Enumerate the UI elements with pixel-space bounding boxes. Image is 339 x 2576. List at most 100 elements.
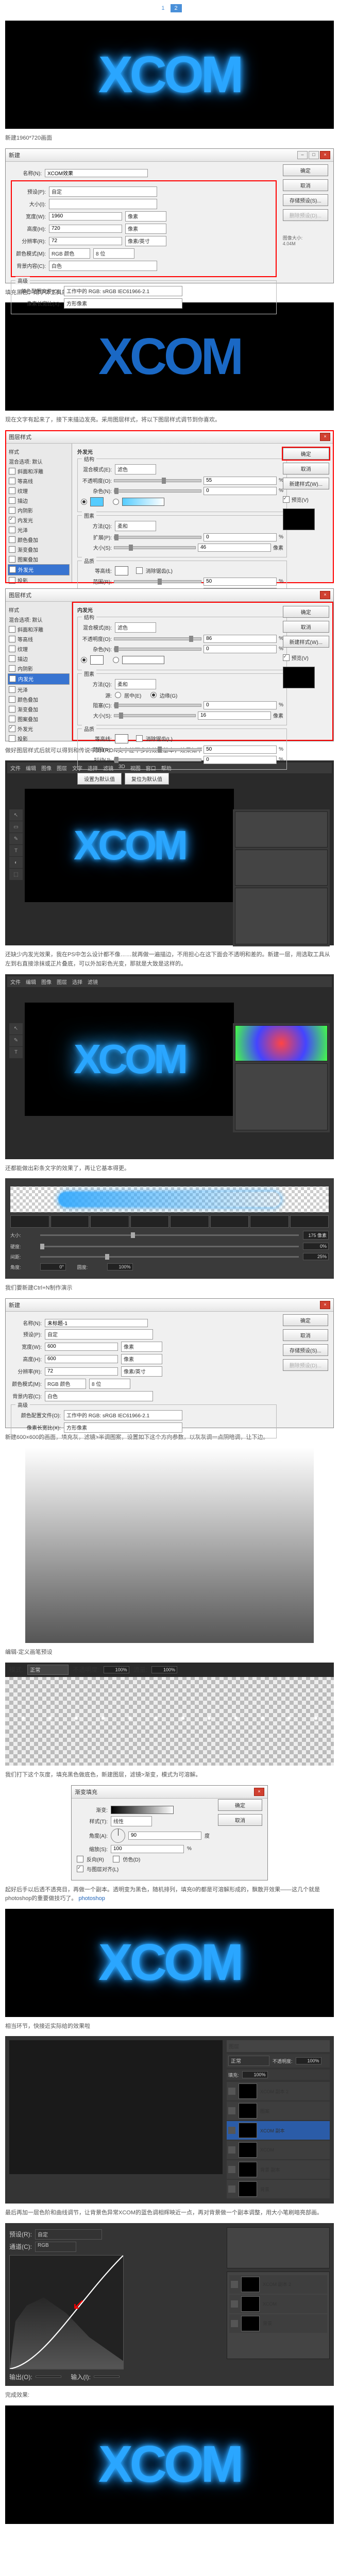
tool-icon[interactable]: ▭ — [9, 821, 23, 833]
layer-row[interactable]: 背景 副本 — [227, 2160, 330, 2179]
gradient-radio[interactable] — [113, 499, 119, 505]
brush-preset[interactable] — [290, 1215, 329, 1228]
choke-input[interactable] — [204, 701, 277, 709]
cancel-button[interactable]: 取消 — [283, 1329, 328, 1341]
layers-panel[interactable] — [235, 1063, 328, 1130]
ls-item[interactable]: 内阴影 — [8, 505, 70, 515]
size-select[interactable] — [49, 199, 157, 209]
size-input[interactable] — [198, 544, 271, 552]
menu-item[interactable]: 选择 — [72, 978, 82, 986]
close-icon[interactable]: × — [254, 1788, 264, 1796]
center-radio[interactable] — [115, 692, 121, 698]
ok-button[interactable]: 确定 — [283, 448, 329, 460]
blend-select[interactable]: 滤色 — [115, 622, 156, 633]
style-select[interactable]: 线性 — [111, 1816, 152, 1826]
res-input[interactable] — [49, 237, 122, 245]
eye-icon[interactable] — [228, 2166, 235, 2173]
tech-select[interactable]: 柔和 — [115, 521, 156, 531]
ls-item[interactable]: 斜面和浮雕 — [8, 624, 70, 634]
brush-size-val[interactable]: 175 像素 — [303, 1231, 329, 1240]
brush-angle-val[interactable]: 0° — [40, 1263, 66, 1270]
brush-preset[interactable] — [130, 1215, 170, 1228]
menu-item[interactable]: 编辑 — [26, 978, 36, 986]
ps-canvas[interactable]: XCOM — [25, 789, 234, 902]
height-unit[interactable]: 像素 — [121, 1354, 162, 1364]
scale-input[interactable] — [111, 1845, 184, 1853]
brush-hard-val[interactable]: 0% — [303, 1243, 329, 1250]
brush-preset[interactable] — [90, 1215, 129, 1228]
layer-row[interactable]: 背景 — [229, 2314, 327, 2333]
opacity-input[interactable] — [204, 477, 277, 485]
input-val[interactable] — [94, 2376, 120, 2378]
color-swatch[interactable] — [90, 497, 104, 506]
ok-button[interactable]: 确定 — [283, 606, 329, 618]
opacity-input[interactable] — [204, 635, 277, 643]
gradient-bar[interactable] — [111, 1806, 174, 1814]
close-icon[interactable]: × — [320, 151, 330, 159]
flow-val[interactable]: 100% — [151, 1666, 177, 1673]
photoshop-link[interactable]: photoshop — [78, 1895, 105, 1902]
cancel-button[interactable]: 取消 — [283, 621, 329, 633]
tool-icon[interactable]: T — [9, 1047, 23, 1059]
ls-item[interactable]: 渐变叠加 — [8, 704, 70, 714]
cancel-button[interactable]: 取消 — [218, 1814, 262, 1826]
fill-val[interactable]: 100% — [242, 2071, 268, 2078]
reset-default-button[interactable]: 复位为默认值 — [125, 773, 169, 785]
height-input[interactable] — [49, 225, 122, 233]
color-wheel-panel[interactable] — [235, 1025, 328, 1061]
anti-checkbox[interactable] — [136, 735, 143, 742]
ok-button[interactable]: 确定 — [218, 1799, 262, 1811]
width-unit[interactable]: 像素 — [121, 1342, 162, 1352]
brush-preset[interactable] — [210, 1215, 249, 1228]
contour-swatch[interactable] — [115, 566, 128, 575]
ls-item[interactable]: 光泽 — [8, 525, 70, 535]
layer-row[interactable]: XCOM — [227, 2141, 330, 2159]
ls-item[interactable]: 图案叠加 — [8, 554, 70, 564]
cancel-button[interactable]: 取消 — [283, 179, 328, 191]
menu-item[interactable]: 图层 — [57, 978, 67, 986]
opacity-val[interactable]: 100% — [296, 2057, 321, 2064]
range-input[interactable] — [204, 578, 277, 586]
ls-item[interactable]: 等高线 — [8, 476, 70, 486]
ls-item[interactable]: 颜色叠加 — [8, 694, 70, 704]
tool-icon[interactable]: ✎ — [9, 1035, 23, 1047]
menu-item[interactable]: 文件 — [10, 764, 21, 772]
ls-item[interactable]: 图案叠加 — [8, 714, 70, 724]
layer-row[interactable]: XCOM 副本 2 — [227, 2082, 330, 2100]
mode-select[interactable]: 正常 — [27, 1665, 69, 1675]
layers-panel[interactable] — [235, 888, 328, 944]
save-preset-button[interactable]: 存储预设(S)... — [283, 194, 328, 206]
channel-select[interactable]: RGB — [35, 2242, 76, 2252]
cancel-button[interactable]: 取消 — [283, 463, 329, 474]
swatches-panel[interactable] — [235, 850, 328, 886]
depth-select[interactable]: 8 位 — [93, 248, 134, 259]
ls-item[interactable]: 斜面和浮雕 — [8, 466, 70, 476]
res-unit[interactable]: 像素/英寸 — [125, 236, 166, 246]
eye-icon[interactable] — [228, 2146, 235, 2154]
eye-icon[interactable] — [228, 2185, 235, 2193]
blend-select[interactable]: 滤色 — [115, 464, 156, 474]
brush-preset[interactable] — [50, 1215, 90, 1228]
eye-icon[interactable] — [231, 2320, 238, 2327]
new-style-button[interactable]: 新建样式(W)... — [283, 636, 329, 648]
ok-button[interactable]: 确定 — [283, 164, 328, 176]
eye-icon[interactable] — [228, 2127, 235, 2134]
save-preset-button[interactable]: 存储预设(S)... — [283, 1344, 328, 1356]
bg-select[interactable]: 白色 — [45, 1391, 153, 1401]
ls-item[interactable]: 混合选项: 默认 — [8, 456, 70, 466]
depth-select[interactable]: 8 位 — [89, 1379, 130, 1389]
eye-icon[interactable] — [228, 2088, 235, 2095]
preview-checkbox[interactable] — [283, 654, 290, 661]
blend-mode-select[interactable]: 正常 — [228, 2056, 269, 2066]
tool-icon[interactable]: ⬚ — [9, 869, 23, 880]
profile-select[interactable]: 工作中的 RGB: sRGB IEC61966-2.1 — [64, 1410, 182, 1420]
tool-icon[interactable]: ✎ — [9, 833, 23, 845]
tool-icon[interactable]: ↖ — [9, 1023, 23, 1035]
menu-item[interactable]: 滤镜 — [88, 978, 98, 986]
brush-preset[interactable] — [10, 1215, 49, 1228]
ls-item[interactable]: 内阴影 — [8, 664, 70, 673]
aspect-select[interactable]: 方形像素 — [64, 298, 182, 309]
close-icon[interactable]: × — [320, 433, 330, 441]
eye-icon[interactable] — [228, 2107, 235, 2114]
color-panel[interactable] — [235, 811, 328, 848]
